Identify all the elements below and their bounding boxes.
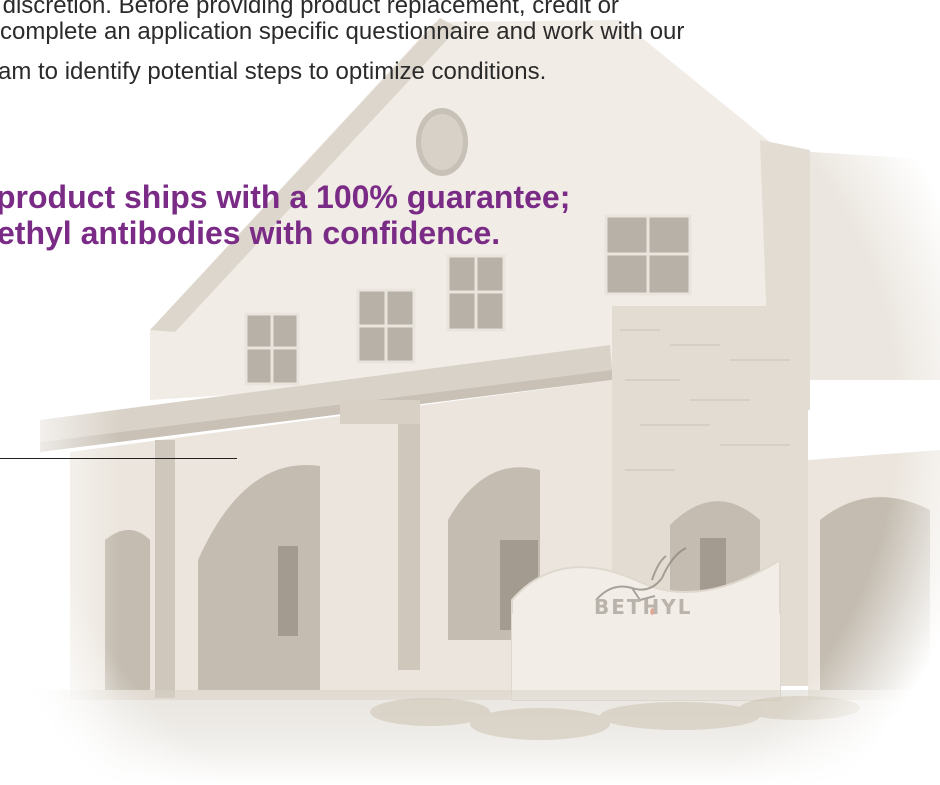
guarantee-heading-line-2: ethyl antibodies with confidence.	[0, 215, 501, 251]
body-text-line-3: am to identify potential steps to optimi…	[0, 58, 547, 85]
guarantee-heading-line-1: product ships with a 100% guarantee;	[0, 179, 571, 215]
bethyl-sign-text: BETHYL	[594, 595, 693, 619]
building-photo	[0, 0, 940, 785]
separator-rule	[0, 458, 237, 459]
body-text-line-2: complete an application specific questio…	[0, 18, 685, 45]
body-text-line-1: or's discretion. Before providing produc…	[0, 0, 619, 19]
